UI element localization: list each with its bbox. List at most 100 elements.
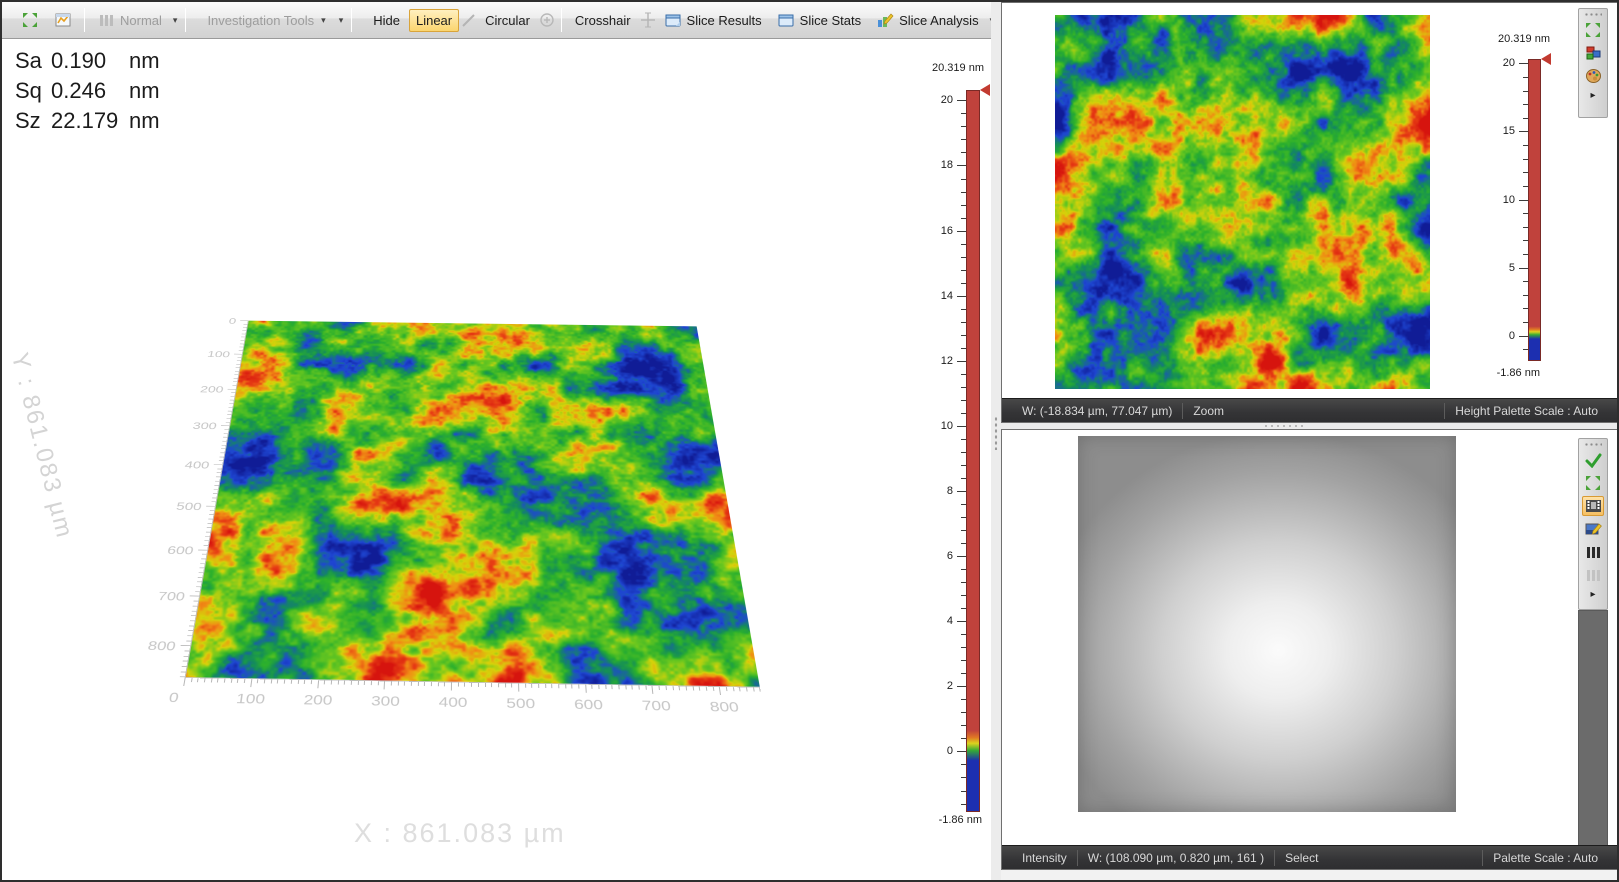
hide-button[interactable]: Hide [366,9,407,32]
topview-height-map[interactable] [1055,15,1430,389]
ruler-tick [311,680,312,684]
x-tick-label: 700 [641,698,672,715]
normal-dropdown-caret[interactable]: ▾ [171,15,180,26]
linear-button[interactable]: Linear [409,9,459,32]
histogram-button[interactable] [1582,542,1604,562]
ruler-tick [197,678,199,682]
ruler-tick [485,683,486,687]
slice-stats-button[interactable]: Slice Stats [771,8,868,33]
height-scale-3d: 20.319 nm -1.86 nm 20181614121086420 [930,62,992,852]
circle-plus-icon[interactable] [539,12,555,29]
scale-tick [957,361,966,362]
scale-tick-label: 0 [1493,330,1515,342]
palette-button[interactable] [1582,66,1604,86]
stat-sq: Sq0.246nm [15,76,160,106]
slice-analysis-button[interactable]: Slice Analysis [870,8,985,33]
scale-tick [961,791,966,792]
scale-tick [957,556,966,557]
ruler-tick [304,680,305,684]
scale-tick-label: 18 [931,159,953,171]
scale-tick [961,738,966,739]
slice-results-button[interactable]: Slice Results [658,8,769,33]
ruler-tick [190,596,200,597]
annotate-image-button[interactable] [1582,519,1604,539]
strip-overflow-button[interactable]: ▸ [1582,89,1604,101]
scale-max-label: 20.319 nm [932,62,984,74]
scale-tick [957,751,966,752]
scale-tick [961,283,966,284]
columns-icon [98,12,115,29]
scale-tick-label: 4 [931,615,953,627]
scale-tick [961,192,966,193]
scale-max-marker[interactable] [1541,53,1551,65]
ruler-tick [206,506,215,507]
scale-tick [961,517,966,518]
x-tick-label: 500 [506,695,535,712]
ruler-tick [444,682,445,686]
splitter-grip [1263,424,1303,428]
topview-coords: W: (-18.834 µm, 77.047 µm) [1012,404,1182,418]
surface-height-map[interactable] [185,321,760,687]
fit-view-button[interactable] [1582,20,1604,40]
ruler-tick [244,679,246,683]
scale-tick [1523,104,1528,105]
scale-tick [961,595,966,596]
strip-drag-handle[interactable] [1584,12,1602,17]
strip-overflow-button[interactable]: ▸ [1582,588,1604,600]
investigation-tools-button[interactable]: Investigation Tools ▾ [200,9,334,32]
normal-mode-button[interactable]: Normal [91,8,169,33]
ruler-tick [237,679,239,683]
accept-button[interactable] [1582,450,1604,470]
chart-thumbnail-icon [54,12,71,29]
ruler-tick [652,686,654,694]
intensity-tool-mode: Select [1275,851,1328,865]
slice-analysis-label: Slice Analysis [899,13,978,28]
x-tick-label: 300 [371,693,401,710]
scale-tick [1519,200,1528,201]
ruler-tick [257,679,259,683]
circular-button[interactable]: Circular [478,9,537,32]
ruler-tick [538,684,539,688]
scale-max-marker[interactable] [980,84,990,96]
ruler-tick [404,682,405,686]
scale-tick-label: 14 [931,290,953,302]
x-tick-label: 400 [439,694,468,711]
scale-tick [961,205,966,206]
investigation-dropdown-caret[interactable]: ▾ [337,15,346,26]
ruler-tick [712,687,714,691]
intensity-image[interactable] [1078,436,1456,812]
crosshair-icon[interactable] [640,12,656,29]
strip-drag-handle[interactable] [1584,442,1602,447]
plot3d-viewport[interactable]: 0100200300400500600700800 01002003004005… [170,102,790,702]
filmstrip-view-button[interactable] [1582,496,1604,516]
plot3d-surface[interactable]: 0100200300400500600700800 01002003004005… [185,321,760,687]
scale-tick [1519,336,1528,337]
scale-tick [961,400,966,401]
scale-tick [961,608,966,609]
scale-tick [1523,322,1528,323]
investigation-tools-label: Investigation Tools [207,13,314,28]
scale-tick [1523,308,1528,309]
ruler-tick [525,684,526,688]
vertical-splitter[interactable] [991,2,1001,880]
fit-view-button[interactable] [1582,473,1604,493]
scale-tick-label: 20 [1493,57,1515,69]
crosshair-button[interactable]: Crosshair [568,9,638,32]
reset-layout-button[interactable] [14,8,45,33]
view-thumbnail-button[interactable] [47,8,78,33]
toolbar-separator [84,8,85,32]
intensity-palette-scale: Palette Scale : Auto [1483,851,1608,865]
ruler-tick [431,682,432,686]
scale-tick [957,426,966,427]
scale-tick [961,725,966,726]
ruler-tick [592,685,593,689]
scale-tick [961,387,966,388]
view-3d-button[interactable] [1582,43,1604,63]
scale-tick [961,244,966,245]
height-scale-topview: 20.319 nm -1.86 nm 20151050 [1478,33,1554,378]
stat-sa: Sa0.190nm [15,46,160,76]
histogram-disabled-button[interactable] [1582,565,1604,585]
ruler-tick [625,685,626,689]
scale-tick [961,270,966,271]
diagonal-line-icon[interactable] [461,12,476,29]
